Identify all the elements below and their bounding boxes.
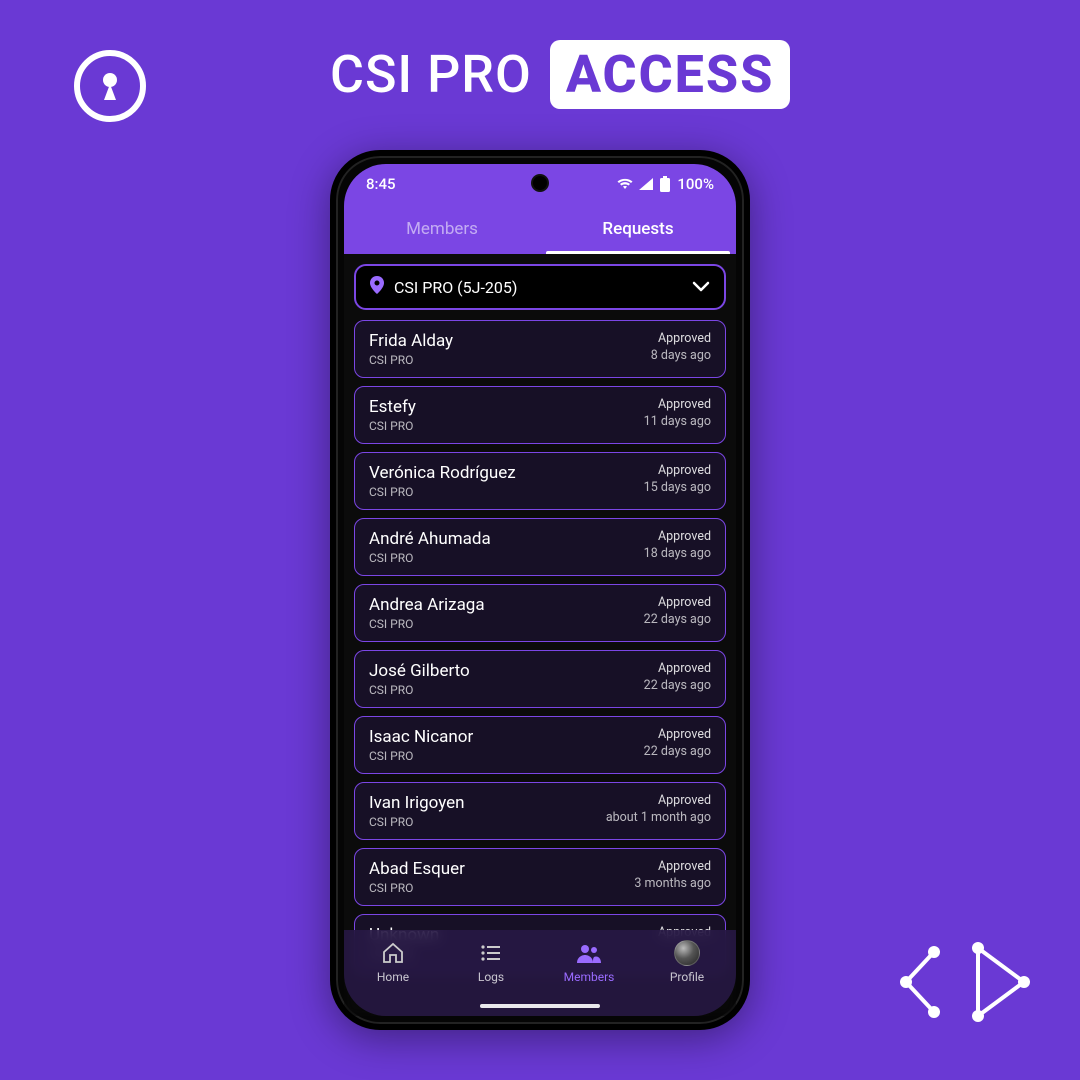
profile-avatar-icon xyxy=(674,940,700,966)
request-name: Estefy xyxy=(369,397,416,417)
request-status: Approved xyxy=(644,529,711,544)
bottom-nav: Home Logs Members xyxy=(344,930,736,1016)
request-name: André Ahumada xyxy=(369,529,491,549)
battery-icon xyxy=(659,176,671,192)
request-name: Verónica Rodríguez xyxy=(369,463,516,483)
request-when: 11 days ago xyxy=(644,414,711,429)
nav-home[interactable]: Home xyxy=(344,940,442,984)
keyhole-icon xyxy=(72,48,148,124)
request-when: 3 months ago xyxy=(634,876,711,891)
gesture-bar xyxy=(480,1004,600,1008)
request-name: Isaac Nicanor xyxy=(369,727,473,747)
request-when: 15 days ago xyxy=(644,480,711,495)
tab-members-label: Members xyxy=(406,219,478,239)
request-card[interactable]: Frida Alday CSI PRO Approved 8 days ago xyxy=(354,320,726,378)
request-card[interactable]: Estefy CSI PRO Approved 11 days ago xyxy=(354,386,726,444)
request-org: CSI PRO xyxy=(369,551,491,565)
list-icon xyxy=(478,940,504,966)
battery-percent: 100% xyxy=(677,175,714,193)
nav-home-label: Home xyxy=(377,970,409,984)
code-icon xyxy=(900,930,1030,1030)
requests-list: Frida Alday CSI PRO Approved 8 days ago Este… xyxy=(354,320,726,972)
request-card[interactable]: Isaac Nicanor CSI PRO Approved 22 days ago xyxy=(354,716,726,774)
request-when: 22 days ago xyxy=(644,678,711,693)
nav-logs-label: Logs xyxy=(478,970,504,984)
tab-requests[interactable]: Requests xyxy=(540,204,736,254)
members-icon xyxy=(576,940,602,966)
request-when: 8 days ago xyxy=(651,348,711,363)
request-card[interactable]: Andrea Arizaga CSI PRO Approved 22 days ago xyxy=(354,584,726,642)
request-when: 18 days ago xyxy=(644,546,711,561)
request-status: Approved xyxy=(651,331,711,346)
request-name: Ivan Irigoyen xyxy=(369,793,465,813)
request-card[interactable]: José Gilberto CSI PRO Approved 22 days ago xyxy=(354,650,726,708)
app-body: CSI PRO (5J-205) Frida Alday CSI PRO Appro… xyxy=(344,254,736,1016)
request-card[interactable]: André Ahumada CSI PRO Approved 18 days ago xyxy=(354,518,726,576)
request-status: Approved xyxy=(644,463,711,478)
chevron-down-icon xyxy=(692,278,710,297)
request-name: José Gilberto xyxy=(369,661,470,681)
request-org: CSI PRO xyxy=(369,485,516,499)
request-org: CSI PRO xyxy=(369,815,465,829)
phone-screen: 8:45 100% Members Requests xyxy=(344,164,736,1016)
heading-badge: ACCESS xyxy=(550,40,791,109)
request-when: about 1 month ago xyxy=(606,810,711,825)
tab-members[interactable]: Members xyxy=(344,204,540,254)
request-when: 22 days ago xyxy=(644,744,711,759)
request-org: CSI PRO xyxy=(369,749,473,763)
request-name: Abad Esquer xyxy=(369,859,465,879)
request-when: 22 days ago xyxy=(644,612,711,627)
request-name: Frida Alday xyxy=(369,331,453,351)
wifi-icon xyxy=(617,178,633,190)
request-status: Approved xyxy=(644,661,711,676)
nav-logs[interactable]: Logs xyxy=(442,940,540,984)
nav-profile-label: Profile xyxy=(670,970,704,984)
request-name: Andrea Arizaga xyxy=(369,595,485,615)
request-card[interactable]: Ivan Irigoyen CSI PRO Approved about 1 mont… xyxy=(354,782,726,840)
request-card[interactable]: Verónica Rodríguez CSI PRO Approved 15 days… xyxy=(354,452,726,510)
home-icon xyxy=(380,940,406,966)
signal-icon xyxy=(639,178,653,190)
page-title: CSI PRO ACCESS xyxy=(330,40,790,109)
request-status: Approved xyxy=(644,727,711,742)
location-pin-icon xyxy=(370,276,384,298)
request-org: CSI PRO xyxy=(369,419,416,433)
tab-bar: Members Requests xyxy=(344,204,736,254)
request-status: Approved xyxy=(644,397,711,412)
front-camera xyxy=(533,176,547,190)
status-time: 8:45 xyxy=(366,175,396,193)
request-org: CSI PRO xyxy=(369,683,470,697)
room-selector[interactable]: CSI PRO (5J-205) xyxy=(354,264,726,310)
request-org: CSI PRO xyxy=(369,617,485,631)
request-status: Approved xyxy=(606,793,711,808)
tab-requests-label: Requests xyxy=(602,219,673,239)
request-status: Approved xyxy=(634,859,711,874)
request-status: Approved xyxy=(644,595,711,610)
request-org: CSI PRO xyxy=(369,881,465,895)
phone-frame: 8:45 100% Members Requests xyxy=(330,150,750,1030)
room-selector-label: CSI PRO (5J-205) xyxy=(394,278,517,297)
heading-prefix: CSI PRO xyxy=(330,44,532,105)
nav-profile[interactable]: Profile xyxy=(638,940,736,984)
nav-members[interactable]: Members xyxy=(540,940,638,984)
request-card[interactable]: Abad Esquer CSI PRO Approved 3 months ago xyxy=(354,848,726,906)
request-org: CSI PRO xyxy=(369,353,453,367)
nav-members-label: Members xyxy=(564,970,615,984)
